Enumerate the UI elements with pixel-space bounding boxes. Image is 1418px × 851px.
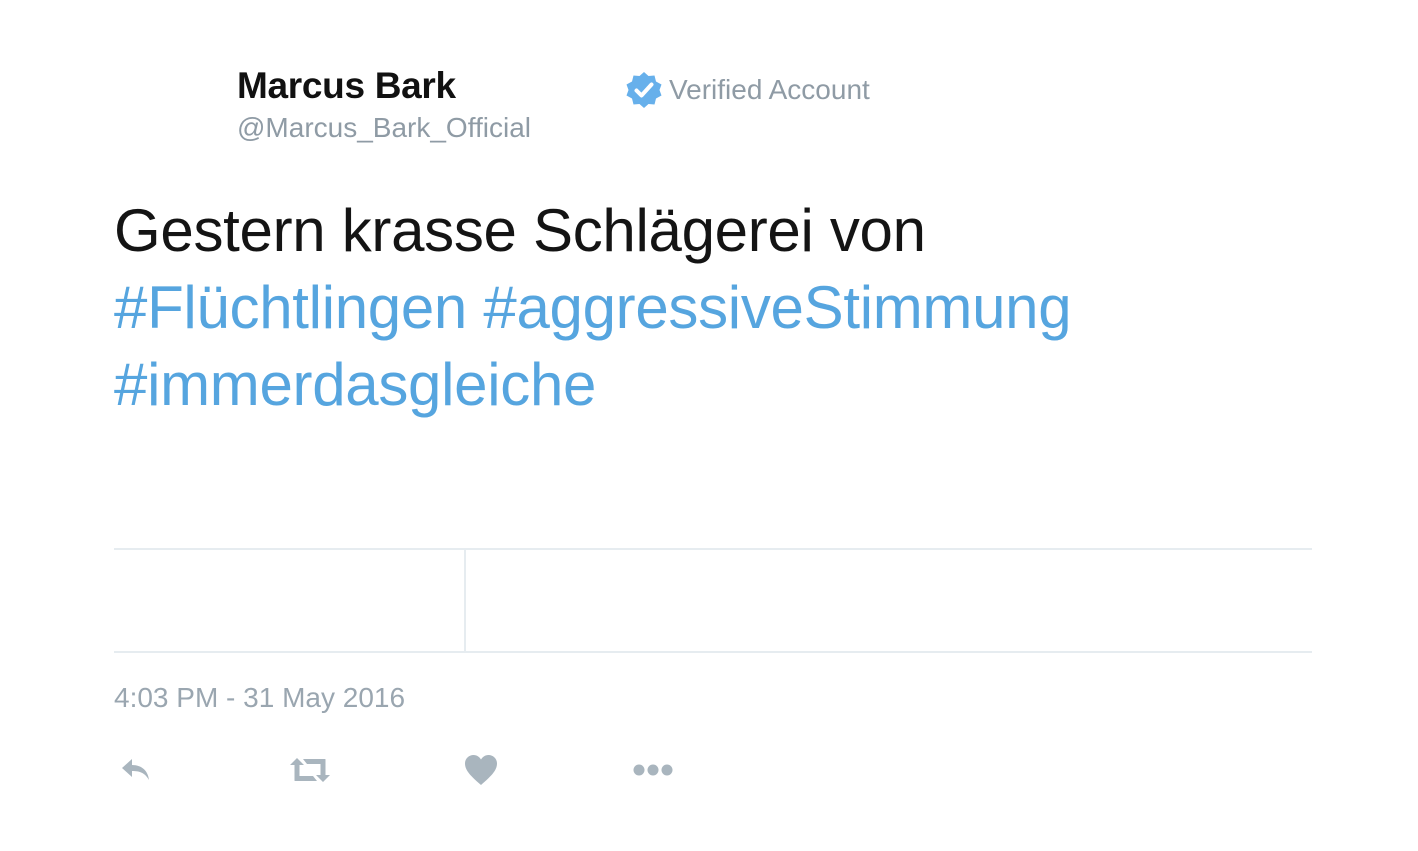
retweet-button[interactable]	[287, 748, 333, 792]
author-block[interactable]: Marcus Bark @Marcus_Bark_Official	[237, 64, 531, 146]
retweet-icon	[287, 755, 333, 785]
tweet-text: Gestern krasse Schlägerei von #Flüchtlin…	[114, 192, 1314, 423]
more-icon	[632, 762, 674, 778]
author-name[interactable]: Marcus Bark	[237, 64, 531, 108]
more-button[interactable]	[630, 748, 676, 792]
verified-badge-icon	[624, 70, 664, 110]
verified-label: Verified Account	[669, 74, 870, 105]
hashtag-link[interactable]: #Flüchtlingen	[114, 274, 467, 341]
verified-badge: Verified Account	[624, 70, 870, 110]
hashtag-link[interactable]: #immerdasgleiche	[114, 351, 596, 418]
tweet-timestamp[interactable]: 4:03 PM - 31 May 2016	[114, 680, 405, 716]
like-icon	[463, 753, 499, 787]
reply-icon	[118, 755, 156, 785]
stats-divider	[464, 550, 466, 651]
hashtag-link[interactable]: #aggressiveStimmung	[483, 274, 1071, 341]
tweet-text-plain: Gestern krasse Schlägerei von	[114, 197, 926, 264]
author-handle[interactable]: @Marcus_Bark_Official	[237, 110, 531, 146]
reply-button[interactable]	[114, 748, 160, 792]
tweet-stats	[114, 548, 1312, 653]
like-button[interactable]	[458, 748, 504, 792]
